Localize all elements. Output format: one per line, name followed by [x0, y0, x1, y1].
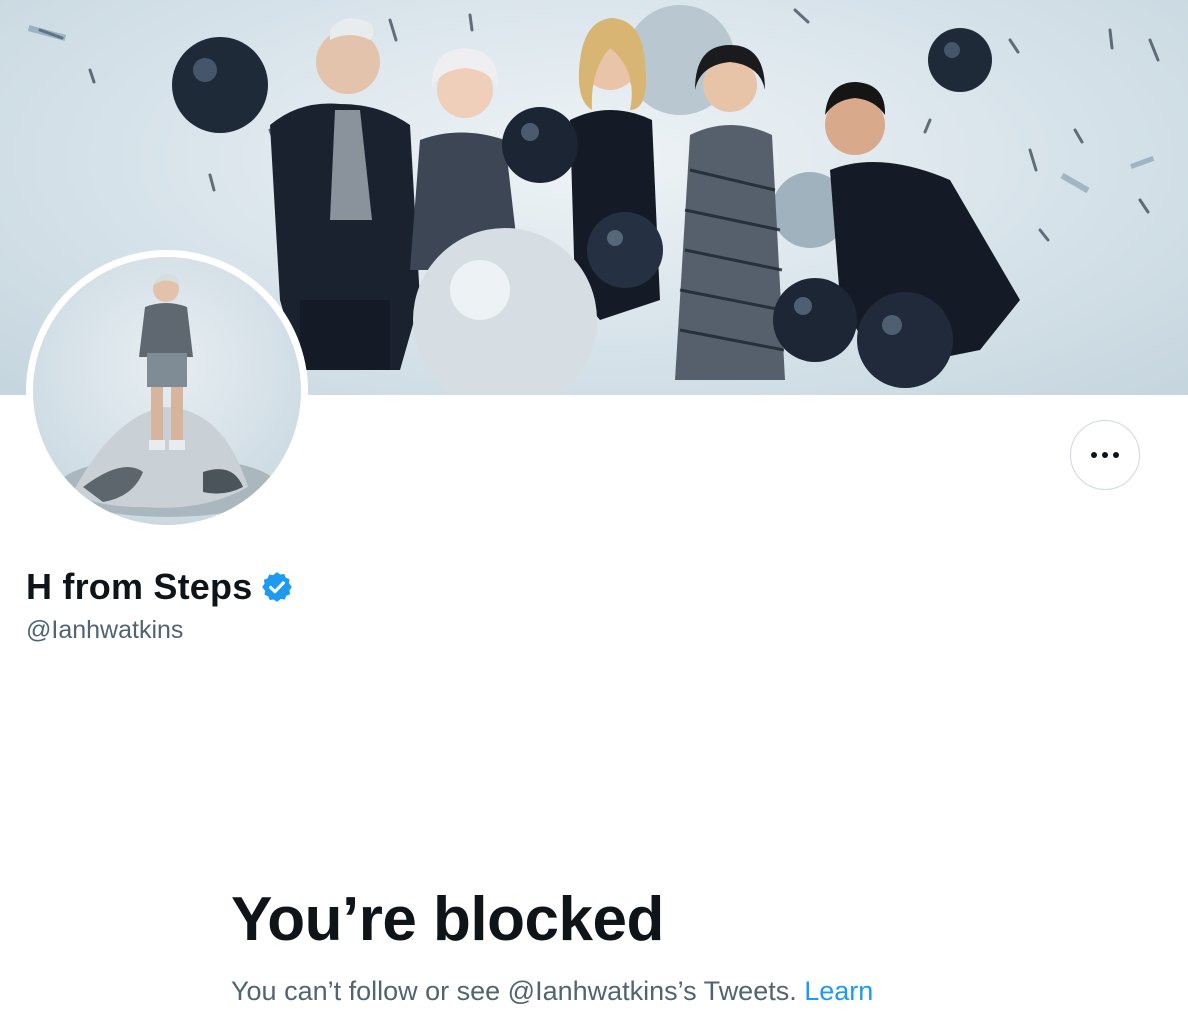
verified-badge-icon: [262, 572, 293, 602]
blocked-message-text: You can’t follow or see @Ianhwatkins’s T…: [231, 976, 797, 1006]
profile-name-row: H from Steps: [26, 566, 294, 608]
profile-display-name: H from Steps: [26, 566, 253, 607]
more-horizontal-icon: [1091, 452, 1119, 458]
blocked-message: You can’t follow or see @Ianhwatkins’s T…: [231, 976, 873, 1007]
profile-handle: @Ianhwatkins: [26, 616, 184, 644]
avatar-image: [58, 273, 278, 517]
more-options-button[interactable]: [1070, 420, 1140, 490]
avatar[interactable]: [33, 257, 301, 525]
blocked-title: You’re blocked: [231, 885, 664, 954]
avatar-frame[interactable]: [26, 250, 308, 532]
learn-more-link[interactable]: Learn: [804, 976, 873, 1006]
